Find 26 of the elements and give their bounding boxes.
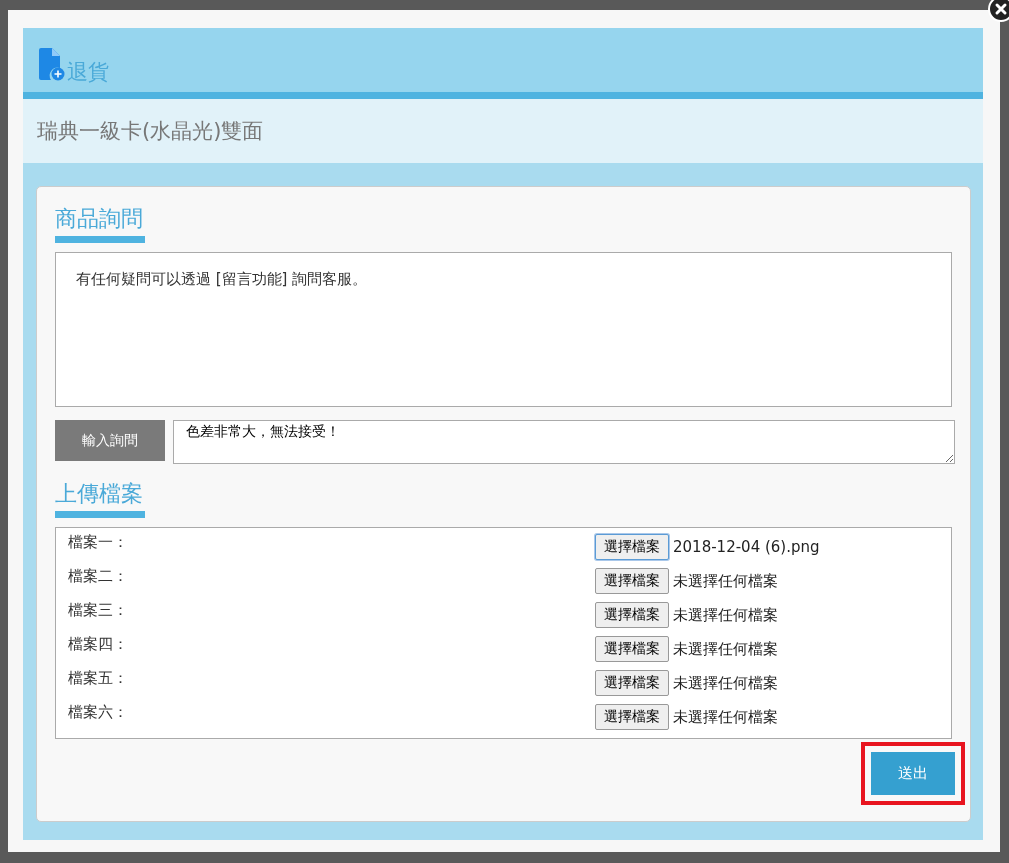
- file-status: 未選擇任何檔案: [673, 673, 778, 693]
- choose-file-button[interactable]: 選擇檔案: [595, 534, 669, 560]
- section-heading: 商品詢問: [55, 205, 145, 243]
- choose-file-button[interactable]: 選擇檔案: [595, 636, 669, 662]
- message-text: 有任何疑問可以透過 [留言功能] 詢問客服。: [76, 270, 368, 288]
- file-label: 檔案四：: [68, 634, 129, 654]
- file-status: 2018-12-04 (6).png: [673, 538, 820, 556]
- inquiry-field[interactable]: 色差非常大，無法接受！: [173, 420, 955, 464]
- file-label: 檔案三：: [68, 600, 129, 620]
- dialog-title: 退貨: [67, 60, 109, 84]
- file-label: 檔案二：: [68, 566, 129, 586]
- file-status: 未選擇任何檔案: [673, 707, 778, 727]
- file-status: 未選擇任何檔案: [673, 571, 778, 591]
- document-add-icon: [39, 48, 65, 82]
- choose-file-button[interactable]: 選擇檔案: [595, 568, 669, 594]
- choose-file-button[interactable]: 選擇檔案: [595, 670, 669, 696]
- file-label: 檔案一：: [68, 532, 129, 552]
- file-label: 檔案六：: [68, 702, 129, 722]
- file-status: 未選擇任何檔案: [673, 605, 778, 625]
- product-name: 瑞典一級卡(水晶光)雙面: [37, 118, 264, 145]
- file-label: 檔案五：: [68, 668, 129, 688]
- choose-file-button[interactable]: 選擇檔案: [595, 602, 669, 628]
- file-status: 未選擇任何檔案: [673, 639, 778, 659]
- section-heading: 上傳檔案: [55, 480, 145, 518]
- enter-inquiry-button[interactable]: 輸入詢問: [55, 420, 165, 461]
- choose-file-button[interactable]: 選擇檔案: [595, 704, 669, 730]
